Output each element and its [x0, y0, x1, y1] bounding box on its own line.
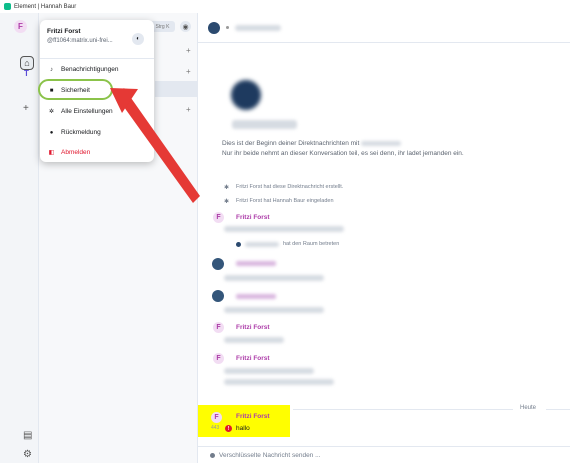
annotation-arrow — [110, 88, 200, 203]
arrow-shaft — [116, 88, 200, 203]
